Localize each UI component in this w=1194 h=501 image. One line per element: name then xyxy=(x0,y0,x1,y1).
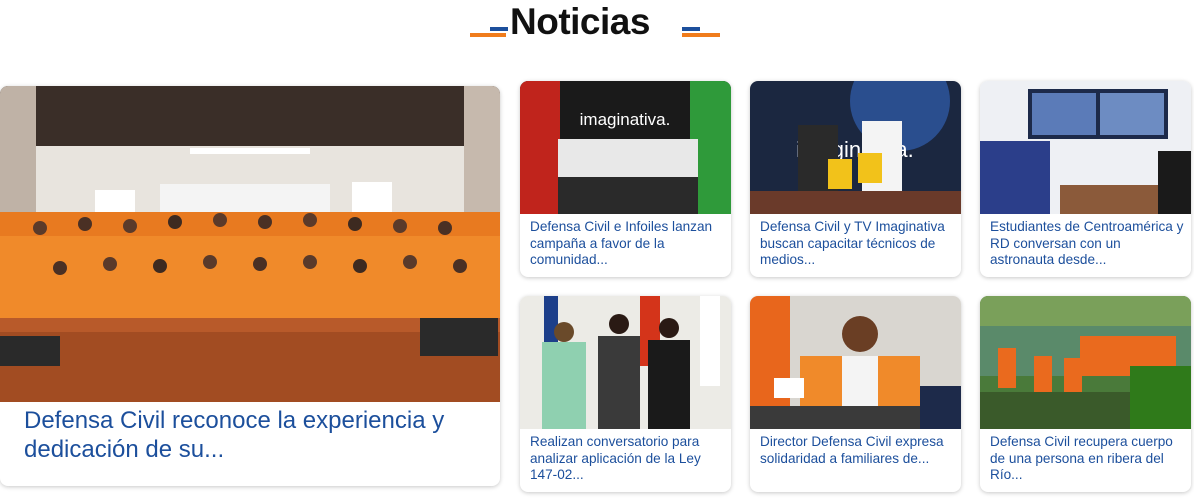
news-card[interactable]: Realizan conversatorio para analizar apl… xyxy=(520,296,731,492)
news-card[interactable]: Estudiantes de Centroamérica y RD conver… xyxy=(980,81,1191,277)
news-caption[interactable]: Defensa Civil e Infoiles lanzan campaña … xyxy=(530,219,726,269)
section-title: Noticias xyxy=(510,1,650,42)
news-caption[interactable]: Defensa Civil recupera cuerpo de una per… xyxy=(990,434,1186,484)
news-image[interactable] xyxy=(980,81,1191,214)
title-decoration-right-blue xyxy=(682,27,700,31)
section-header: Noticias xyxy=(0,0,1194,45)
title-decoration-right-orange xyxy=(682,33,720,37)
news-image[interactable]: imaginativa. xyxy=(520,81,731,214)
title-decoration-left-orange xyxy=(470,33,506,37)
featured-news-card[interactable]: Defensa Civil reconoce la experiencia y … xyxy=(0,86,500,486)
news-image[interactable] xyxy=(980,296,1191,429)
news-caption[interactable]: Director Defensa Civil expresa solidarid… xyxy=(760,434,956,467)
featured-news-caption[interactable]: Defensa Civil reconoce la experiencia y … xyxy=(24,406,484,464)
news-image-logo-text: imaginativa. xyxy=(580,110,671,129)
news-card[interactable]: Defensa Civil recupera cuerpo de una per… xyxy=(980,296,1191,492)
news-caption[interactable]: Defensa Civil y TV Imaginativa buscan ca… xyxy=(760,219,956,269)
title-decoration-left-blue xyxy=(490,27,508,31)
news-caption[interactable]: Estudiantes de Centroamérica y RD conver… xyxy=(990,219,1186,269)
news-image[interactable] xyxy=(520,296,731,429)
news-image[interactable] xyxy=(750,296,961,429)
news-image[interactable]: imaginativa. xyxy=(750,81,961,214)
featured-news-image[interactable] xyxy=(0,86,500,402)
news-caption[interactable]: Realizan conversatorio para analizar apl… xyxy=(530,434,726,484)
news-card[interactable]: imaginativa. Defensa Civil y TV Imaginat… xyxy=(750,81,961,277)
news-card[interactable]: imaginativa. Defensa Civil e Infoiles la… xyxy=(520,81,731,277)
news-card[interactable]: Director Defensa Civil expresa solidarid… xyxy=(750,296,961,492)
